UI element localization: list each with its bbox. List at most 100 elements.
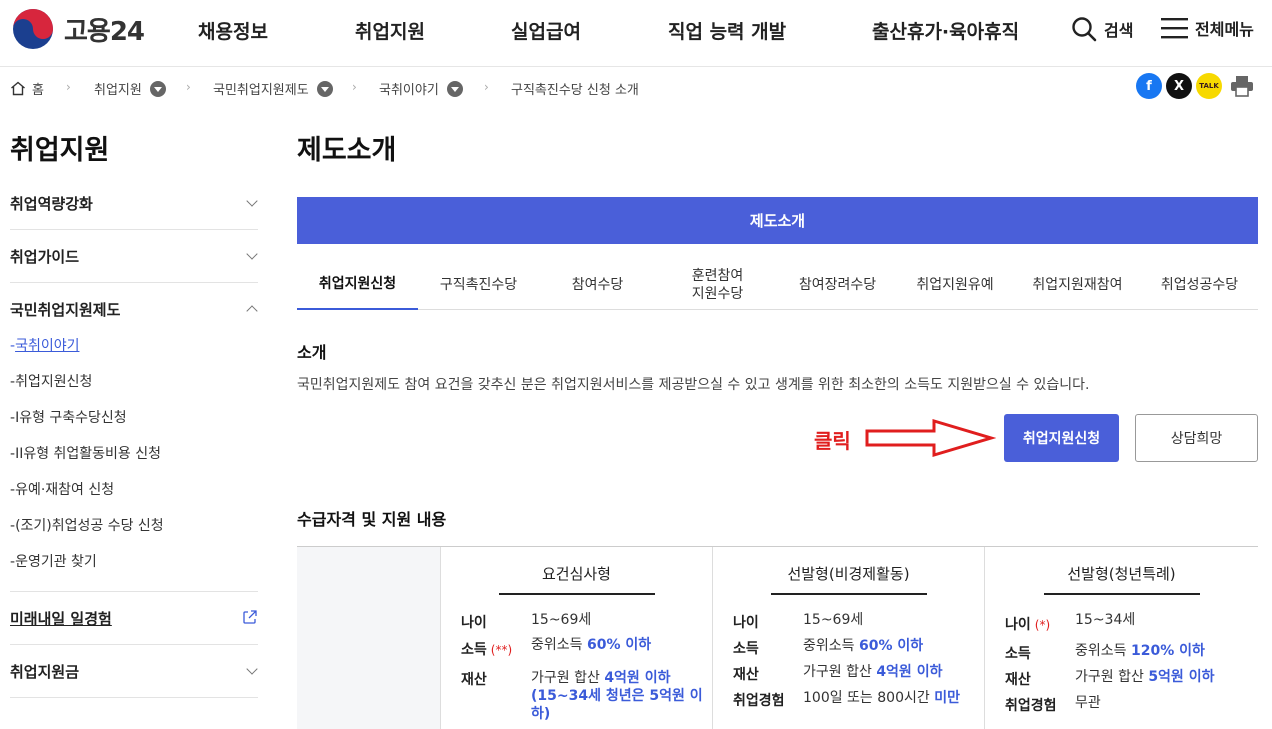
value-highlight: 60% 이하 [858,638,924,654]
site-logo[interactable]: 고용24 [12,8,145,50]
search-label: 검색 [1104,21,1134,40]
label-text: 소득 [461,642,487,658]
menu-button[interactable]: 전체메뉴 [1161,16,1254,40]
sidebar-subitem-type2[interactable]: -II유형 취업활동비용 신청 [10,443,161,463]
value-text: 가구원 합산 [803,664,877,680]
breadcrumb-item-1[interactable]: 취업지원 [94,79,166,98]
section-header-bar: 제도소개 [297,197,1258,244]
sidebar-subitem-type1[interactable]: -I유형 구축수당신청 [10,407,127,427]
sidebar-item-label: 미래내일 일경험 [10,610,112,628]
row-value: 가구원 합산 4억원 이하 [803,664,942,681]
facebook-share-icon[interactable]: f [1136,73,1162,99]
label-text: 소득 [1005,646,1031,662]
label-text: 소득 [733,641,759,657]
value-highlight: 60% 이하 [586,637,652,653]
row-label: 나이 [733,612,759,632]
sidebar-item-subsidy[interactable]: 취업지원금 [10,661,258,682]
value-text: 중위소득 [531,637,587,653]
kakaotalk-share-icon[interactable]: TALK [1196,73,1222,99]
title-underline [498,593,655,595]
value-text: 가구원 합산 [531,670,605,686]
subitem-label: 취업지원신청 [15,374,93,390]
sidebar-subitem-agency[interactable]: -운영기관 찾기 [10,551,97,571]
tab-success-allowance[interactable]: 취업성공수당 [1141,260,1258,310]
apply-button[interactable]: 취업지원신청 [1004,414,1119,462]
sidebar-item-capability[interactable]: 취업역량강화 [10,193,258,214]
sidebar-subitem-apply[interactable]: -취업지원신청 [10,371,92,391]
logo-text: 고용24 [64,16,145,47]
title-underline [770,593,927,595]
nav-item-skills[interactable]: 직업 능력 개발 [668,17,786,44]
sidebar-subitem-defer[interactable]: -유예·재참여 신청 [10,479,114,499]
dropdown-icon[interactable] [446,80,463,97]
tab-deferral[interactable]: 취업지원유예 [896,260,1014,310]
row-label: 소득 [733,638,759,658]
sidebar-item-national-support[interactable]: 국민취업지원제도 [10,299,258,320]
footnote-mark: (**) [490,643,513,657]
row-value: 가구원 합산 4억원 이하 [531,670,670,687]
eligibility-title: 수급자격 및 지원 내용 [297,510,447,529]
value-text: 15~69세 [803,612,864,628]
x-glyph: X [1173,78,1185,94]
tab-training-allowance[interactable]: 훈련참여 지원수당 [656,260,779,310]
nav-item-jobs[interactable]: 채용정보 [198,17,268,44]
click-annotation: 클릭 [814,429,851,453]
subitem-label: 국취이야기 [15,338,80,354]
facebook-glyph: f [1146,78,1152,94]
subitem-label: II유형 취업활동비용 신청 [15,446,162,462]
sidebar-subitem-success[interactable]: -(조기)취업성공 수당 신청 [10,515,164,535]
value-highlight: 120% 이하 [1130,643,1205,659]
label-text: 취업경험 [1005,698,1057,714]
sidebar-item-guide[interactable]: 취업가이드 [10,246,258,267]
site-header: 고용24 채용정보 취업지원 실업급여 직업 능력 개발 출산휴가·육아휴직 검… [0,0,1272,67]
dropdown-icon[interactable] [149,80,166,97]
eligibility-table: 요건심사형 나이 15~69세 소득 (**) 중위소득 60% 이하 재산 가구… [297,546,1258,729]
label-text: 나이 [1005,617,1031,633]
print-icon[interactable] [1229,73,1255,99]
label-text: 재산 [461,672,487,688]
value-highlight: 미만 [934,690,960,706]
tab-encouragement-allowance[interactable]: 참여장려수당 [779,260,896,310]
breadcrumb-label: 국취이야기 [379,83,439,98]
row-value: 무관 [1075,695,1101,712]
row-value: 15~34세 [1075,612,1135,629]
breadcrumb-item-2[interactable]: 국민취업지원제도 [213,79,333,98]
search-icon [1072,17,1097,42]
tab-job-seeking-allowance[interactable]: 구직촉진수당 [418,260,539,310]
tab-bar: 취업지원신청 구직촉진수당 참여수당 훈련참여 지원수당 참여장려수당 취업지원… [297,260,1258,310]
sidebar-item-label: 취업가이드 [10,248,80,266]
value-text: 무관 [1075,695,1101,711]
dropdown-icon[interactable] [316,80,333,97]
home-icon [11,81,25,96]
sidebar-item-work-experience[interactable]: 미래내일 일경험 [10,608,258,629]
row-value-extra: 하) [531,706,551,722]
column-requirement-review: 요건심사형 나이 15~69세 소득 (**) 중위소득 60% 이하 재산 가구… [441,547,713,729]
breadcrumb-home[interactable]: 홈 [10,79,44,98]
breadcrumb-separator-icon: › [484,80,489,94]
value-highlight: 4억원 이하 [604,670,671,686]
table-row-header-cell [297,547,441,729]
breadcrumb-label: 취업지원 [94,83,142,98]
column-title: 선발형(비경제활동) [787,565,910,583]
breadcrumb-item-3[interactable]: 국취이야기 [379,79,463,98]
nav-item-employment-support[interactable]: 취업지원 [355,17,425,44]
value-text: 가구원 합산 [1075,669,1149,685]
tab-reparticipation[interactable]: 취업지원재참여 [1014,260,1141,310]
value-text: 100일 또는 800시간 [803,690,935,706]
subitem-label: 유예·재참여 신청 [15,482,115,498]
row-label: 취업경험 [1005,695,1057,715]
tab-participation-allowance[interactable]: 참여수당 [539,260,656,310]
sidebar-subitem-story[interactable]: -국취이야기 [10,335,79,355]
subitem-label: I유형 구축수당신청 [15,410,127,426]
consult-button[interactable]: 상담희망 [1135,414,1258,462]
row-value: 중위소득 60% 이하 [531,637,651,654]
x-share-icon[interactable]: X [1166,73,1192,99]
tab-apply[interactable]: 취업지원신청 [297,260,418,310]
value-highlight: 5억원 이하 [1148,669,1215,685]
sidebar-item-label: 취업역량강화 [10,195,93,213]
row-label: 나이 [461,612,491,632]
divider [10,697,258,698]
nav-item-leave[interactable]: 출산휴가·육아휴직 [872,17,1019,44]
nav-item-unemployment-benefit[interactable]: 실업급여 [511,17,581,44]
search-button[interactable]: 검색 [1071,16,1133,42]
